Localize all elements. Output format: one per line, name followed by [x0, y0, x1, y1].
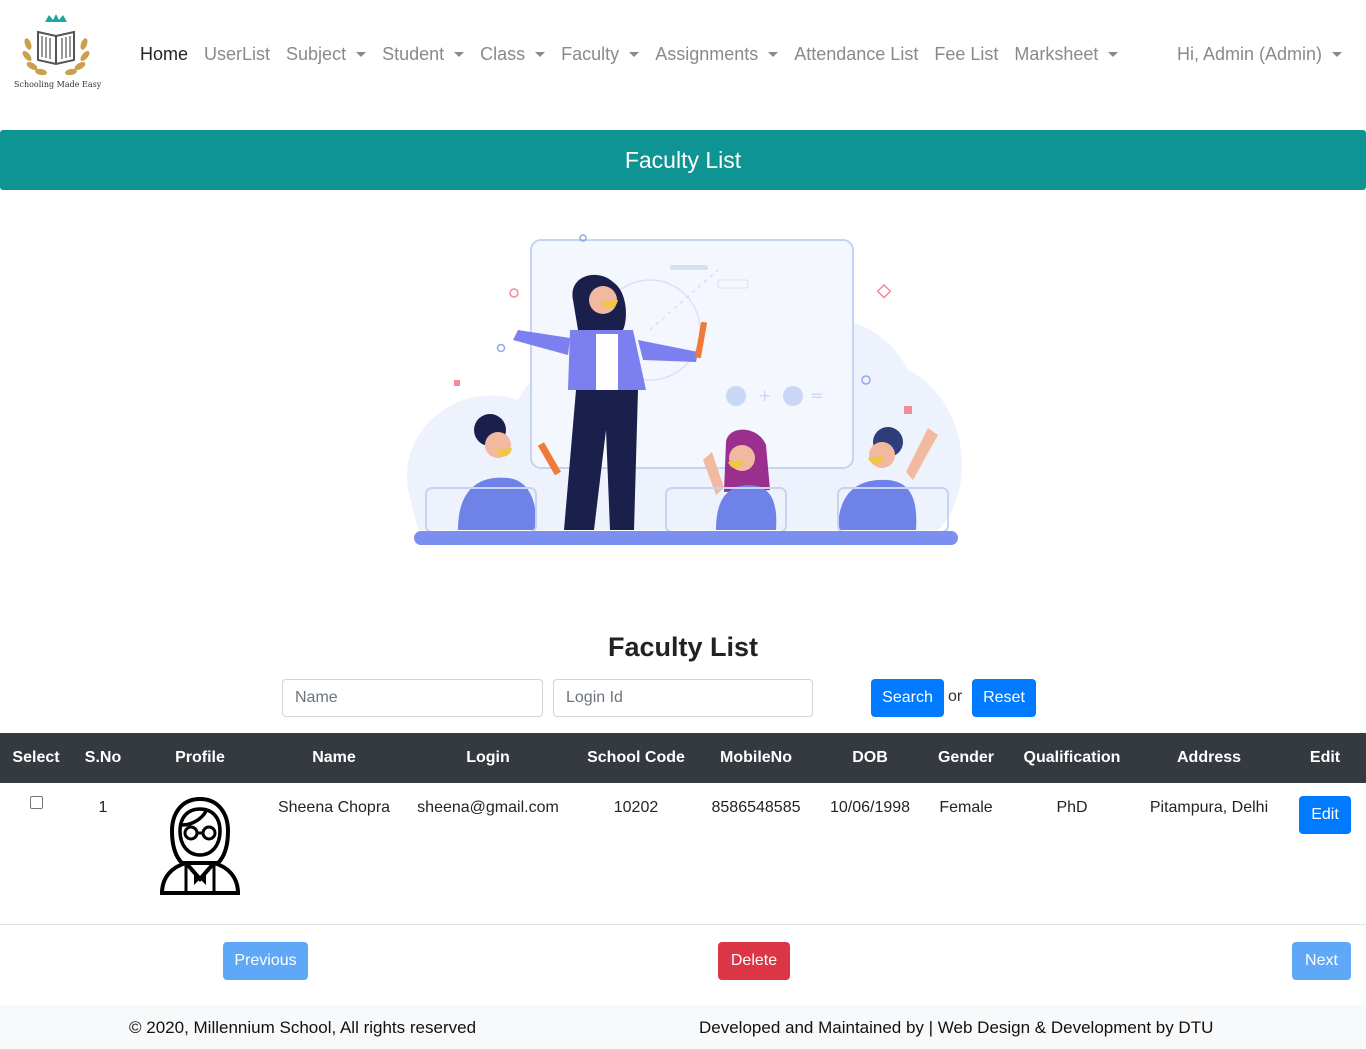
column-header-profile: Profile	[175, 749, 225, 766]
cell-gender: Female	[939, 799, 993, 816]
faculty-avatar-icon	[159, 796, 241, 895]
nav-faculty-label: Faculty	[561, 43, 620, 64]
classroom-illustration: + =	[406, 234, 962, 545]
nav-home[interactable]: Home	[132, 44, 196, 65]
main-nav: Home UserList Subject Student Class Facu…	[132, 40, 1126, 68]
column-header-edit: Edit	[1309, 749, 1341, 766]
cell-login: sheena@gmail.com	[417, 799, 559, 816]
column-header-dob: DOB	[852, 749, 888, 766]
edit-button[interactable]: Edit	[1299, 796, 1351, 834]
footer: © 2020, Millennium School, All rights re…	[0, 1005, 1366, 1049]
column-header-gender: Gender	[937, 749, 994, 766]
nav-assignments-dropdown[interactable]: Assignments	[647, 44, 786, 65]
login-id-search-input[interactable]	[553, 679, 813, 717]
cell-address: Pitampura, Delhi	[1149, 799, 1269, 816]
cell-name: Sheena Chopra	[277, 799, 391, 816]
table-header: Select S.No Profile Name Login School Co…	[0, 733, 1366, 783]
footer-credits: Developed and Maintained by | Web Design…	[699, 1018, 1214, 1037]
nav-fee-list[interactable]: Fee List	[926, 44, 1006, 65]
nav-userlist[interactable]: UserList	[196, 44, 278, 65]
caret-down-icon	[629, 51, 640, 57]
footer-copyright: © 2020, Millennium School, All rights re…	[129, 1018, 477, 1037]
column-header-school-code: School Code	[587, 749, 685, 766]
column-header-login: Login	[466, 749, 510, 766]
user-greeting: Hi, Admin (Admin)	[1176, 43, 1322, 64]
next-button[interactable]: Next	[1292, 942, 1351, 980]
previous-button[interactable]: Previous	[223, 942, 308, 980]
page-banner: Faculty List	[0, 130, 1366, 190]
caret-down-icon	[1332, 51, 1342, 57]
caret-down-icon	[768, 51, 779, 57]
school-logo[interactable]: Schooling Made Easy	[14, 14, 102, 92]
section-title: Faculty List	[607, 632, 759, 662]
nav-userlist-label: UserList	[204, 43, 271, 64]
nav-class-dropdown[interactable]: Class	[472, 44, 553, 65]
cell-dob: 10/06/1998	[829, 799, 911, 816]
svg-text:=: =	[810, 386, 823, 405]
logo-tagline: Schooling Made Easy	[14, 80, 102, 89]
nav-student-label: Student	[382, 43, 445, 64]
delete-button[interactable]: Delete	[718, 942, 790, 980]
reset-button[interactable]: Reset	[972, 679, 1036, 717]
column-header-name: Name	[312, 749, 356, 766]
user-menu-dropdown[interactable]: Hi, Admin (Admin)	[1177, 40, 1342, 68]
caret-down-icon	[454, 51, 465, 57]
caret-down-icon	[1108, 51, 1119, 57]
column-header-sno: S.No	[84, 749, 122, 766]
nav-marksheet-label: Marksheet	[1014, 43, 1099, 64]
nav-subject-label: Subject	[286, 43, 347, 64]
nav-attendance-label: Attendance List	[794, 43, 919, 64]
nav-student-dropdown[interactable]: Student	[374, 44, 472, 65]
name-search-input[interactable]	[282, 679, 543, 717]
book-crown-logo-icon	[22, 14, 90, 76]
nav-subject-dropdown[interactable]: Subject	[278, 44, 374, 65]
nav-attendance-list[interactable]: Attendance List	[786, 44, 926, 65]
nav-fee-label: Fee List	[934, 43, 999, 64]
column-header-qualification: Qualification	[1023, 749, 1121, 766]
search-button[interactable]: Search	[871, 679, 944, 717]
cell-school-code: 10202	[613, 799, 659, 816]
banner-title: Faculty List	[624, 146, 742, 173]
nav-marksheet-dropdown[interactable]: Marksheet	[1006, 44, 1126, 65]
or-separator: or	[948, 688, 963, 705]
navbar: Schooling Made Easy Home UserList Subjec…	[0, 0, 1366, 108]
cell-sno: 1	[98, 799, 108, 816]
column-header-address: Address	[1176, 749, 1242, 766]
caret-down-icon	[535, 51, 546, 57]
table-row: 1 Sheena Chopra sheena@gmail.com 10202 8…	[0, 783, 1366, 925]
cell-mobile: 8586548585	[711, 799, 801, 816]
cell-qualification: PhD	[1056, 799, 1088, 816]
nav-assignments-label: Assignments	[655, 43, 759, 64]
column-header-mobile: MobileNo	[720, 749, 792, 766]
column-header-select: Select	[12, 749, 60, 766]
row-select-checkbox[interactable]	[30, 796, 43, 809]
caret-down-icon	[356, 51, 367, 57]
nav-home-label: Home	[140, 43, 189, 64]
nav-faculty-dropdown[interactable]: Faculty	[553, 44, 647, 65]
svg-text:+: +	[758, 386, 771, 405]
nav-class-label: Class	[480, 43, 526, 64]
